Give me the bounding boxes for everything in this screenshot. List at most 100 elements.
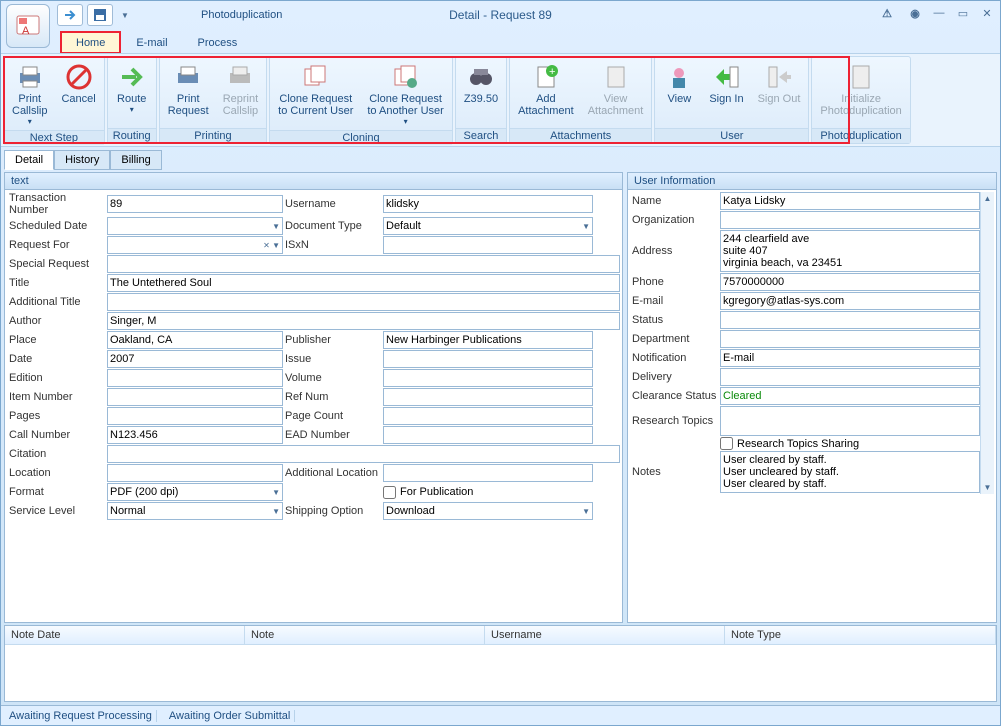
status-item[interactable]: Awaiting Order Submittal	[165, 710, 295, 722]
col-note[interactable]: Note	[245, 626, 485, 644]
additional-location-field[interactable]	[383, 464, 593, 482]
qat-save-icon[interactable]	[87, 4, 113, 26]
sign-in-button[interactable]: Sign In	[703, 59, 749, 107]
shipping-option-select[interactable]: Download▼	[383, 502, 593, 520]
label: Username	[283, 198, 383, 210]
ref-num-field[interactable]	[383, 388, 593, 406]
context-tab-photoduplication[interactable]: Photoduplication	[191, 7, 292, 23]
label: Notes	[630, 466, 720, 478]
tab-process[interactable]: Process	[184, 33, 252, 53]
call-number-field[interactable]	[107, 426, 283, 444]
place-field[interactable]	[107, 331, 283, 349]
subtab-billing[interactable]: Billing	[110, 150, 161, 170]
research-topics-field[interactable]	[720, 406, 980, 436]
label: Department	[630, 333, 720, 345]
cancel-button[interactable]: Cancel	[55, 59, 101, 107]
label: Special Request	[7, 258, 107, 270]
help-icon[interactable]: ◉	[906, 7, 924, 23]
print-callslip-button[interactable]: PrintCallslip▾	[6, 59, 53, 128]
print-request-button[interactable]: PrintRequest	[162, 59, 215, 119]
initialize-photoduplication-button[interactable]: InitializePhotoduplication	[814, 59, 907, 119]
scrollbar[interactable]: ▲▼	[980, 192, 994, 494]
view-user-button[interactable]: View	[657, 59, 701, 107]
label: ISxN	[283, 239, 383, 251]
cancel-icon	[63, 61, 95, 93]
label: Organization	[630, 214, 720, 226]
subtab-detail[interactable]: Detail	[4, 150, 54, 170]
group-routing: Route▾ Routing	[107, 56, 157, 144]
z3950-button[interactable]: Z39.50	[458, 59, 504, 107]
col-note-type[interactable]: Note Type	[725, 626, 996, 644]
page-icon	[845, 61, 877, 93]
email-field[interactable]	[720, 292, 980, 310]
clone-another-user-button[interactable]: Clone Requestto Another User▾	[361, 59, 449, 128]
item-number-field[interactable]	[107, 388, 283, 406]
group-search: Z39.50 Search	[455, 56, 507, 144]
phone-field[interactable]	[720, 273, 980, 291]
title-field[interactable]	[107, 274, 620, 292]
notification-field[interactable]	[720, 349, 980, 367]
qat-share-icon[interactable]	[57, 4, 83, 26]
binoculars-icon	[465, 61, 497, 93]
view-attachment-button[interactable]: ViewAttachment	[582, 59, 650, 119]
subtab-history[interactable]: History	[54, 150, 110, 170]
add-attachment-button[interactable]: + AddAttachment	[512, 59, 580, 119]
printer-grey-icon	[224, 61, 256, 93]
location-field[interactable]	[107, 464, 283, 482]
delivery-field[interactable]	[720, 368, 980, 386]
issue-field[interactable]	[383, 350, 593, 368]
col-note-date[interactable]: Note Date	[5, 626, 245, 644]
notes-field[interactable]	[720, 451, 980, 493]
clone-current-user-button[interactable]: Clone Requestto Current User	[272, 59, 359, 119]
author-field[interactable]	[107, 312, 620, 330]
printer-icon	[14, 61, 46, 93]
research-topics-sharing-checkbox[interactable]: Research Topics Sharing	[720, 437, 980, 450]
group-caption: Search	[456, 128, 506, 143]
sign-out-button[interactable]: Sign Out	[752, 59, 807, 107]
address-field[interactable]	[720, 230, 980, 272]
additional-title-field[interactable]	[107, 293, 620, 311]
warning-icon[interactable]: ⚠	[878, 7, 896, 23]
reprint-callslip-button[interactable]: ReprintCallslip	[217, 59, 264, 119]
group-photoduplication: InitializePhotoduplication Photoduplicat…	[811, 56, 910, 144]
citation-field[interactable]	[107, 445, 620, 463]
edition-field[interactable]	[107, 369, 283, 387]
format-select[interactable]: PDF (200 dpi)▼	[107, 483, 283, 501]
qat-dropdown-icon[interactable]: ▼	[117, 11, 133, 20]
request-for-select[interactable]: ✕ ▼	[107, 236, 283, 254]
status-item[interactable]: Awaiting Request Processing	[5, 710, 157, 722]
transaction-number-field[interactable]	[107, 195, 283, 213]
label: Scheduled Date	[7, 220, 107, 232]
publisher-field[interactable]	[383, 331, 593, 349]
page-count-field[interactable]	[383, 407, 593, 425]
col-username[interactable]: Username	[485, 626, 725, 644]
label: Issue	[283, 353, 383, 365]
clearance-field[interactable]	[720, 387, 980, 405]
special-request-field[interactable]	[107, 255, 620, 273]
for-publication-checkbox[interactable]: For Publication	[383, 486, 593, 499]
label: Item Number	[7, 391, 107, 403]
service-level-select[interactable]: Normal▼	[107, 502, 283, 520]
status-field[interactable]	[720, 311, 980, 329]
document-type-select[interactable]: Default▼	[383, 217, 593, 235]
scheduled-date-select[interactable]: ▼	[107, 217, 283, 235]
ead-number-field[interactable]	[383, 426, 593, 444]
group-caption: User	[655, 128, 808, 143]
close-button[interactable]: ✕	[978, 7, 996, 23]
route-button[interactable]: Route▾	[110, 59, 154, 116]
minimize-button[interactable]: —	[930, 7, 948, 23]
date-field[interactable]	[107, 350, 283, 368]
group-next-step: PrintCallslip▾ Cancel Next Step	[3, 56, 105, 144]
tab-home[interactable]: Home	[61, 32, 120, 53]
organization-field[interactable]	[720, 211, 980, 229]
isxn-field[interactable]	[383, 236, 593, 254]
name-field[interactable]	[720, 192, 980, 210]
tab-email[interactable]: E-mail	[122, 33, 181, 53]
volume-field[interactable]	[383, 369, 593, 387]
pages-field[interactable]	[107, 407, 283, 425]
department-field[interactable]	[720, 330, 980, 348]
username-field[interactable]	[383, 195, 593, 213]
maximize-button[interactable]: ▭	[954, 7, 972, 23]
grid-body[interactable]	[5, 645, 996, 701]
label: Title	[7, 277, 107, 289]
